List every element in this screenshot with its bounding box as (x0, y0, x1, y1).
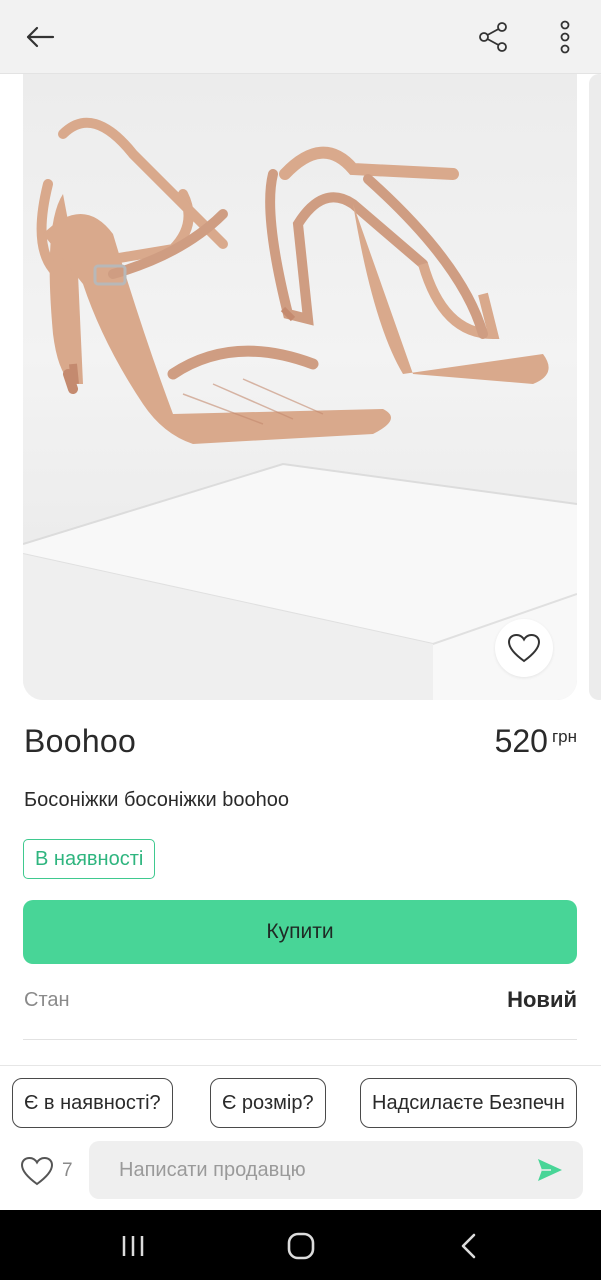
price-value: 520 (494, 723, 548, 759)
send-button[interactable] (535, 1155, 565, 1185)
arrow-left-icon (26, 26, 55, 48)
quick-question-chip[interactable]: Є в наявності? (12, 1078, 173, 1128)
send-icon (538, 1159, 562, 1181)
home-icon (287, 1232, 315, 1260)
quick-question-chip[interactable]: Є розмір? (210, 1078, 326, 1128)
price-currency: грн (551, 727, 577, 746)
recents-icon (122, 1236, 144, 1256)
product-title: Босоніжки босоніжки boohoo (24, 789, 289, 811)
heart-icon (20, 1156, 54, 1186)
share-icon (479, 22, 507, 52)
favorite-button[interactable] (495, 619, 553, 677)
system-navigation-bar (0, 1210, 601, 1280)
quick-question-chip[interactable]: Надсилаєте Безпечн (360, 1078, 577, 1128)
condition-label: Стан (24, 989, 70, 1011)
back-button[interactable] (15, 12, 65, 62)
share-button[interactable] (469, 12, 519, 62)
condition-value: Новий (507, 987, 577, 1012)
recents-button[interactable] (113, 1226, 153, 1266)
message-input[interactable] (89, 1141, 519, 1199)
more-options-button[interactable] (540, 12, 590, 62)
system-back-button[interactable] (448, 1226, 488, 1266)
stock-badge: В наявності (23, 839, 156, 879)
divider (23, 1039, 577, 1040)
top-app-bar (0, 0, 601, 74)
next-photo-preview[interactable] (589, 74, 601, 700)
buy-button[interactable]: Купити (23, 900, 577, 964)
home-button[interactable] (281, 1226, 321, 1266)
brand-name[interactable]: Boohoo (24, 723, 136, 760)
likes[interactable]: 7 (20, 1156, 73, 1186)
product-photo[interactable] (23, 74, 577, 700)
price: 520 грн (495, 723, 577, 760)
bottom-panel: Є в наявності? Є розмір? Надсилаєте Безп… (0, 1065, 601, 1210)
chevron-left-icon (461, 1233, 476, 1259)
message-box (89, 1141, 583, 1199)
likes-count: 7 (62, 1160, 73, 1181)
quick-questions: Є в наявності? Є розмір? Надсилаєте Безп… (0, 1078, 601, 1130)
more-vertical-icon (560, 20, 570, 54)
heart-icon (507, 633, 541, 663)
sandals-illustration (23, 117, 577, 700)
